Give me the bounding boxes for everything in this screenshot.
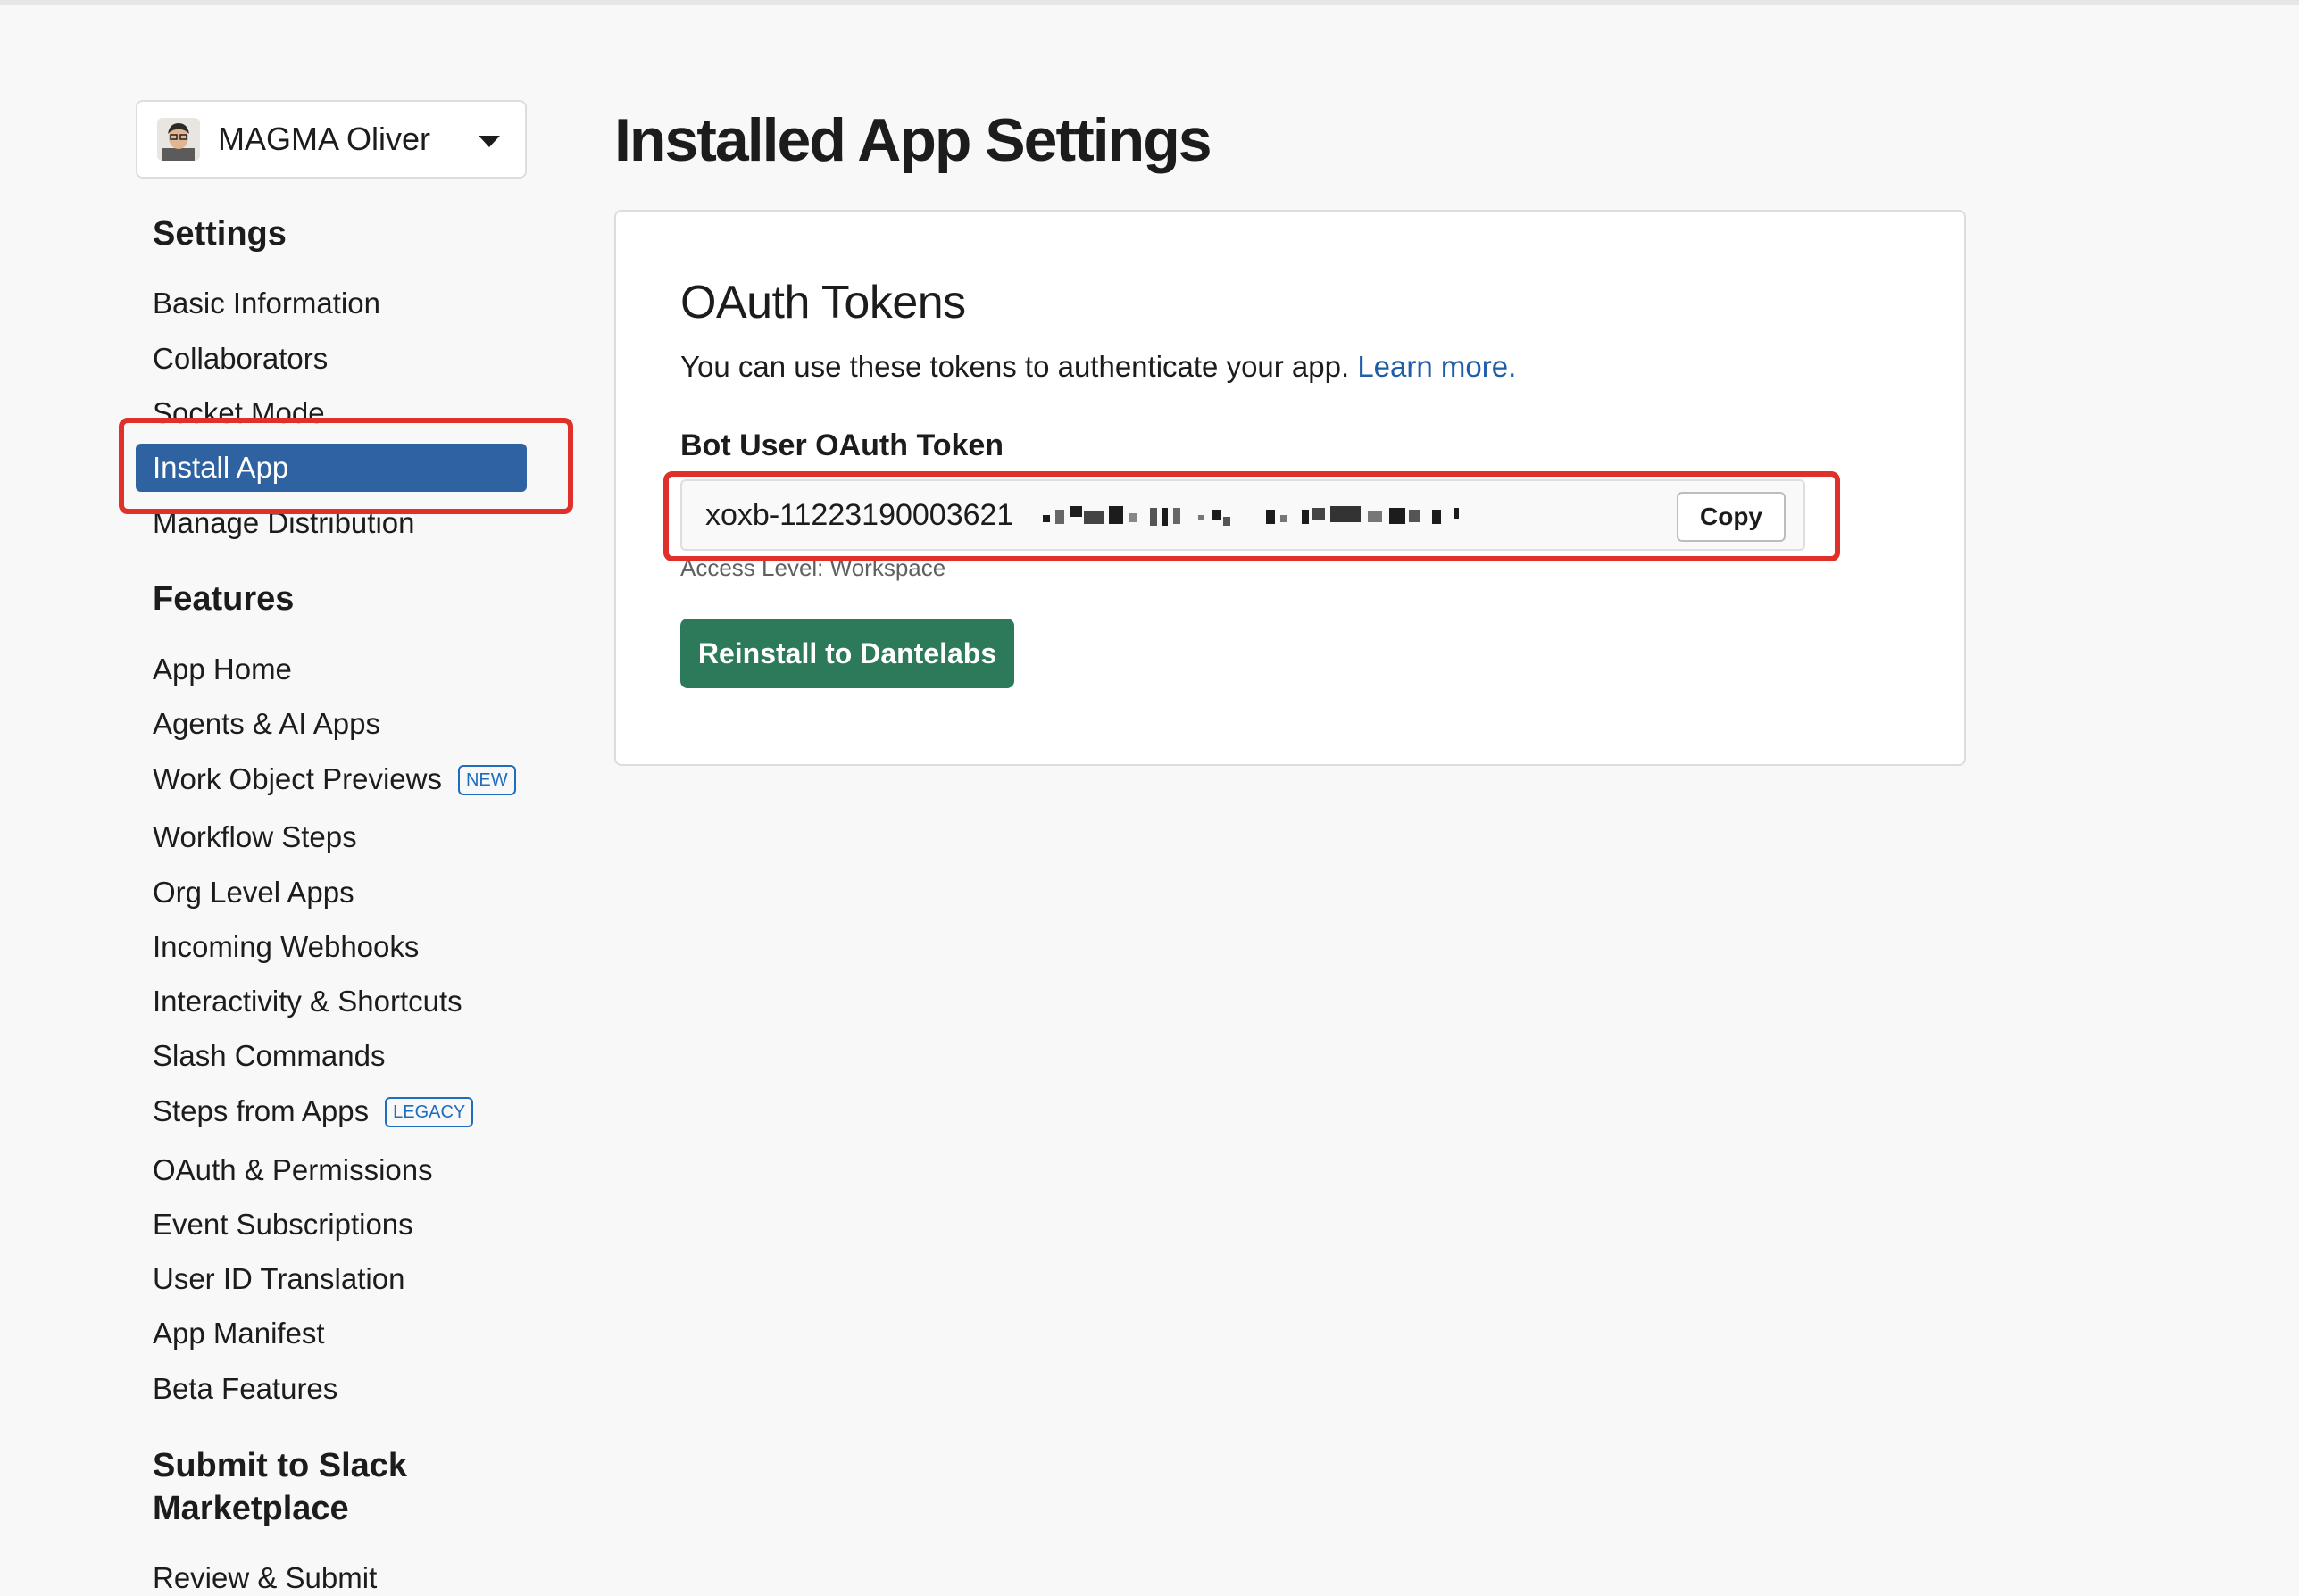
sidebar-item-app-manifest[interactable]: App Manifest xyxy=(153,1316,325,1351)
sidebar-item-oauth-permissions[interactable]: OAuth & Permissions xyxy=(153,1152,433,1188)
description-text: You can use these tokens to authenticate… xyxy=(680,350,1350,383)
sidebar-item-review-submit[interactable]: Review & Submit xyxy=(153,1560,377,1596)
sidebar-item-manage-distribution[interactable]: Manage Distribution xyxy=(153,505,415,541)
reinstall-button[interactable]: Reinstall to Dantelabs xyxy=(680,619,1014,688)
bot-token-field[interactable]: xoxb-11223190003621 Copy xyxy=(680,479,1805,551)
oauth-tokens-title: OAuth Tokens xyxy=(680,277,966,328)
sidebar-item-incoming-webhooks[interactable]: Incoming Webhooks xyxy=(153,929,419,965)
workspace-name: MAGMA Oliver xyxy=(218,121,431,157)
sidebar-item-org-level-apps[interactable]: Org Level Apps xyxy=(153,875,354,910)
sidebar-item-label: Steps from Apps xyxy=(153,1094,370,1127)
sidebar-item-agents-ai-apps[interactable]: Agents & AI Apps xyxy=(153,706,380,742)
page-title: Installed App Settings xyxy=(614,106,1212,174)
features-heading: Features xyxy=(153,580,295,618)
oauth-tokens-description: You can use these tokens to authenticate… xyxy=(680,347,1516,387)
bot-token-value: xoxb-11223190003621 xyxy=(705,498,1014,532)
top-border xyxy=(0,0,2299,5)
legacy-badge: LEGACY xyxy=(385,1097,474,1127)
submit-heading: Submit to Slack Marketplace xyxy=(153,1447,408,1527)
sidebar-item-basic-information[interactable]: Basic Information xyxy=(153,286,380,321)
copy-button[interactable]: Copy xyxy=(1677,492,1786,542)
redacted-token-pixels xyxy=(1043,506,1459,526)
sidebar-item-user-id-translation[interactable]: User ID Translation xyxy=(153,1261,404,1297)
sidebar-item-label: Work Object Previews xyxy=(153,762,442,795)
sidebar-item-event-subscriptions[interactable]: Event Subscriptions xyxy=(153,1207,413,1243)
sidebar-item-beta-features[interactable]: Beta Features xyxy=(153,1371,337,1407)
sidebar-item-interactivity-shortcuts[interactable]: Interactivity & Shortcuts xyxy=(153,984,462,1019)
sidebar-item-app-home[interactable]: App Home xyxy=(153,652,292,687)
sidebar-item-slash-commands[interactable]: Slash Commands xyxy=(153,1038,385,1074)
sidebar-item-install-app[interactable]: Install App xyxy=(136,444,527,492)
bot-token-label: Bot User OAuth Token xyxy=(680,428,1004,462)
workspace-switcher[interactable]: MAGMA Oliver xyxy=(136,100,527,179)
new-badge: NEW xyxy=(457,765,516,795)
chevron-down-icon xyxy=(479,136,500,147)
access-level-text: Access Level: Workspace xyxy=(680,554,946,581)
settings-heading: Settings xyxy=(153,215,287,253)
sidebar-item-collaborators[interactable]: Collaborators xyxy=(153,341,328,377)
sidebar-item-steps-from-apps[interactable]: Steps from Apps LEGACY xyxy=(153,1093,474,1129)
user-avatar xyxy=(157,118,200,161)
sidebar-item-workflow-steps[interactable]: Workflow Steps xyxy=(153,819,357,855)
oauth-tokens-card: OAuth Tokens You can use these tokens to… xyxy=(614,210,1966,766)
sidebar-item-socket-mode[interactable]: Socket Mode xyxy=(153,395,325,431)
sidebar-item-work-object-previews[interactable]: Work Object Previews NEW xyxy=(153,761,516,797)
learn-more-link[interactable]: Learn more. xyxy=(1357,350,1516,383)
